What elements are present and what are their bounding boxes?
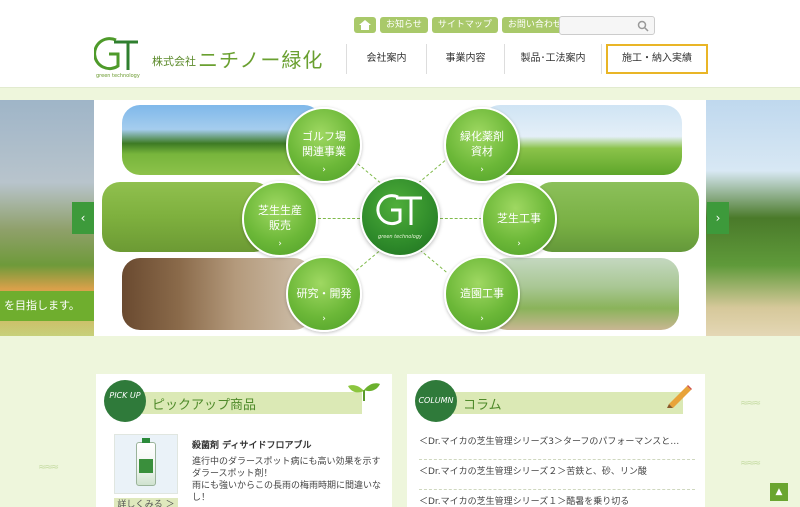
column-item[interactable]: ＜Dr.マイカの芝生管理シリーズ１＞酷暑を乗り切る [419,490,695,507]
home-icon [359,20,371,30]
pencil-icon [667,385,692,408]
product-image[interactable] [114,434,178,494]
column-header: COLUMN コラム [407,374,705,422]
search-box [559,16,655,38]
prev-slide-button[interactable]: ‹ [72,202,94,234]
bubble-label: 関連事業 [302,145,346,158]
gt-hub-logo: green technology [360,177,440,257]
bubble-label: 緑化薬剤 [460,130,504,143]
pickup-card: PICK UP ピックアップ商品 詳しくみる ＞ 殺菌剤 ディサイドフロアブル … [96,374,392,507]
bubble-label: ゴルフ場 [302,130,346,143]
turf-construction-button[interactable]: 芝生工事 › [481,181,557,257]
turf-sales-button[interactable]: 芝生生産販売 › [242,181,318,257]
logo-subtitle: green technology [96,73,140,79]
company-logo[interactable] [94,34,140,74]
decorative-squiggle: ≈≈≈ [740,398,761,409]
research-button[interactable]: 研究・開発 › [286,256,362,332]
greening-chemicals-button[interactable]: 緑化薬剤資材 › [444,107,520,183]
product-description: 進行中のダラースポット病にも高い効果を示すダラースポット剤！ 雨にも強いからこの… [192,457,382,503]
chevron-right-icon: › [322,165,326,175]
chevron-right-icon: › [322,314,326,324]
site-header: お知らせ サイトマップ お問い合わせ green technology 株式会社… [0,0,800,88]
company-prefix: 株式会社 [152,55,196,68]
nav-products[interactable]: 製品･工法案内 [504,44,602,74]
decorative-squiggle: ≈≈≈ [38,462,59,473]
back-to-top-button[interactable]: ▲ [770,483,788,501]
next-slide-button[interactable]: › [707,202,729,234]
connector-line [318,218,360,219]
sitemap-link[interactable]: サイトマップ [431,17,498,33]
home-button[interactable] [354,17,376,33]
chevron-right-icon: › [480,314,484,324]
main-nav: 会社案内 事業内容 製品･工法案内 施工・納入実績 [346,44,708,74]
bubble-label: 芝生生産 [258,204,302,217]
microscope-photo [122,258,312,330]
nav-company[interactable]: 会社案内 [346,44,426,74]
chevron-right-icon: › [480,165,484,175]
nav-business[interactable]: 事業内容 [426,44,504,74]
contact-link[interactable]: お問い合わせ [501,17,568,33]
hub-subtitle: green technology [378,234,422,240]
news-link[interactable]: お知らせ [380,17,428,33]
bubble-label: 資材 [471,145,493,158]
bubble-label: 芝生工事 [497,212,541,225]
column-item[interactable]: ＜Dr.マイカの芝生管理シリーズ２＞苦鉄と、砂、リン酸 [419,460,695,490]
bottle-icon [136,438,156,486]
column-badge: COLUMN [415,380,457,422]
search-input[interactable] [560,20,634,38]
nav-results[interactable]: 施工・納入実績 [606,44,708,74]
leaf-icon [348,383,380,401]
bubble-label: 造園工事 [460,287,504,300]
company-name[interactable]: ニチノー緑化 [198,44,323,73]
pickup-badge: PICK UP [104,380,146,422]
search-icon[interactable] [637,20,649,32]
hero-slider: を目指します。 green technology ゴルフ場関連事業 › 芝生生産… [0,100,800,336]
column-item[interactable]: ＜Dr.マイカの芝生管理シリーズ3＞ターフのパフォーマンスと… [419,430,695,460]
more-button[interactable]: 詳しくみる ＞ [114,498,178,507]
column-title: コラム [463,398,502,413]
business-diagram: green technology ゴルフ場関連事業 › 芝生生産販売 › 研究・… [94,100,706,336]
connector-line [440,218,482,219]
column-card: COLUMN コラム ＜Dr.マイカの芝生管理シリーズ3＞ターフのパフォーマンス… [407,374,705,507]
slide-caption: を目指します。 [0,291,94,321]
decorative-squiggle: ≈≈≈ [740,458,761,469]
bubble-label: 販売 [269,219,291,232]
pickup-header: PICK UP ピックアップ商品 [96,374,392,422]
gt-logo-icon [376,194,422,226]
top-links: お知らせ サイトマップ お問い合わせ [354,17,568,33]
chevron-right-icon: › [517,239,521,249]
chevron-right-icon: › [278,239,282,249]
column-list: ＜Dr.マイカの芝生管理シリーズ3＞ターフのパフォーマンスと… ＜Dr.マイカの… [419,430,695,507]
kids-lawn-photo [534,182,699,252]
landscaping-button[interactable]: 造園工事 › [444,256,520,332]
golf-business-button[interactable]: ゴルフ場関連事業 › [286,107,362,183]
bubble-label: 研究・開発 [296,287,352,300]
pickup-title: ピックアップ商品 [152,398,257,413]
product-name[interactable]: 殺菌剤 ディサイドフロアブル [192,438,312,451]
